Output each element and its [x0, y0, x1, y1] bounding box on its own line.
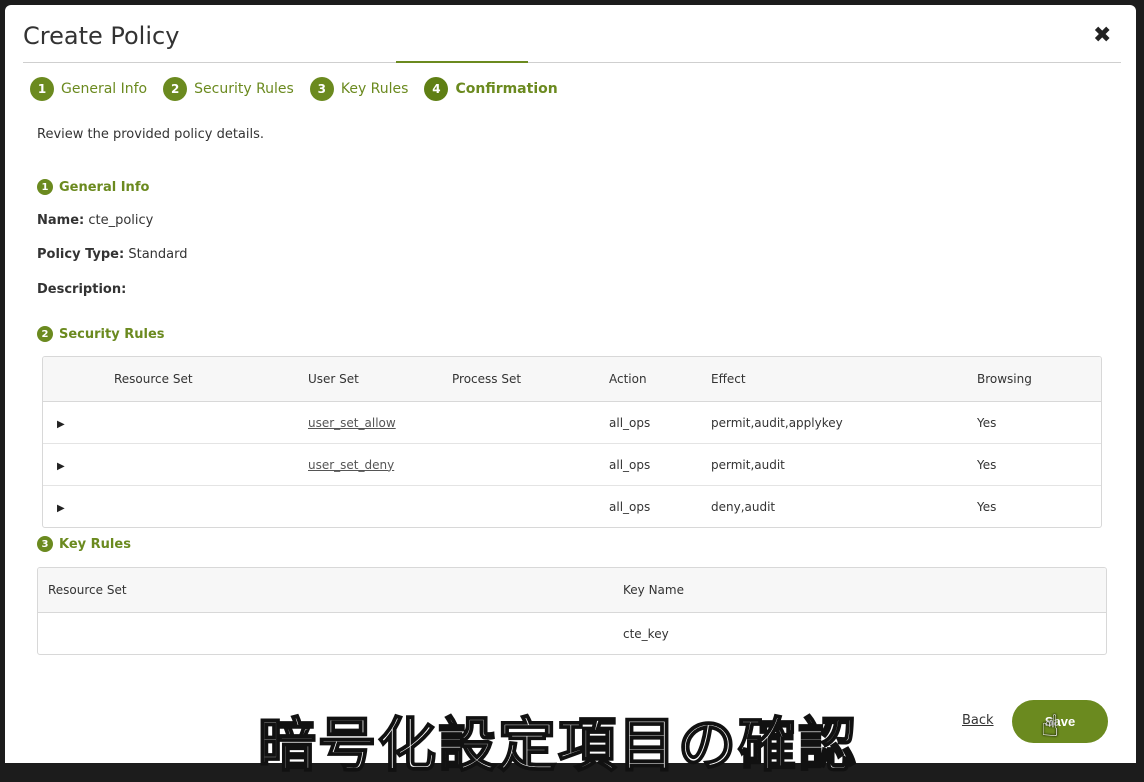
- section-title: Security Rules: [59, 326, 165, 342]
- section-title: Key Rules: [59, 536, 131, 552]
- general-info-heading: 1 General Info: [37, 179, 149, 195]
- cell-action: all_ops: [608, 401, 710, 444]
- col-key-name: Key Name: [622, 568, 1106, 613]
- header-divider: [23, 62, 1121, 63]
- policy-type-label: Policy Type:: [37, 247, 125, 262]
- cell-effect: deny,audit: [711, 499, 776, 514]
- close-icon[interactable]: ✖: [1093, 23, 1111, 48]
- cell-browsing: Yes: [976, 401, 1101, 444]
- modal-title: Create Policy: [23, 22, 180, 50]
- col-resource-set: Resource Set: [113, 357, 307, 402]
- expand-caret-icon[interactable]: ▶: [57, 503, 65, 514]
- col-resource-set: Resource Set: [38, 568, 622, 613]
- cell-action: all_ops: [608, 443, 710, 486]
- name-value: cte_policy: [88, 213, 154, 228]
- tab-general-info[interactable]: 1 General Info: [30, 75, 147, 103]
- cell-resource-set: [113, 486, 307, 528]
- col-process-set: Process Set: [451, 357, 608, 402]
- save-button[interactable]: Save: [1012, 700, 1108, 743]
- active-tab-indicator: [396, 61, 528, 63]
- cell-browsing: Yes: [976, 443, 1101, 486]
- tab-label: Confirmation: [455, 81, 558, 97]
- section-number: 3: [37, 536, 53, 552]
- name-row: Name: cte_policy: [37, 213, 153, 228]
- cell-resource-set: [38, 613, 622, 655]
- description-label: Description:: [37, 282, 127, 297]
- video-subtitle: 暗号化設定項目の確認: [257, 710, 859, 780]
- cell-browsing: Yes: [977, 499, 997, 514]
- cell-process-set: [451, 443, 608, 486]
- section-number: 2: [37, 326, 53, 342]
- tab-label: Key Rules: [340, 81, 409, 97]
- tab-security-rules[interactable]: 2 Security Rules: [163, 75, 294, 103]
- expand-caret-icon[interactable]: ▶: [57, 419, 65, 430]
- expand-caret-icon[interactable]: ▶: [57, 461, 65, 472]
- create-policy-modal: Create Policy ✖ 1 General Info 2 Securit…: [5, 5, 1136, 763]
- intro-text: Review the provided policy details.: [37, 127, 265, 142]
- user-set-link[interactable]: user_set_deny: [308, 458, 394, 472]
- step-number: 3: [309, 77, 334, 101]
- cell-effect: permit,audit,applykey: [710, 401, 976, 444]
- back-link[interactable]: Back: [962, 713, 994, 728]
- step-number: 4: [424, 77, 449, 101]
- cell-action: all_ops: [609, 499, 651, 514]
- col-user-set: User Set: [307, 357, 451, 402]
- key-rules-heading: 3 Key Rules: [37, 536, 131, 552]
- tab-label: General Info: [61, 81, 148, 97]
- security-rules-table: Resource Set User Set Process Set Action…: [42, 356, 1102, 528]
- step-number: 1: [30, 77, 54, 101]
- key-rules-table: Resource Set Key Name cte_key: [37, 567, 1107, 655]
- hand-cursor-icon: ☝: [1041, 709, 1060, 744]
- col-effect: Effect: [710, 357, 976, 402]
- table-header-row: Resource Set Key Name: [38, 568, 1106, 613]
- security-rules-heading: 2 Security Rules: [37, 326, 165, 342]
- cell-process-set: [451, 486, 608, 528]
- step-number: 2: [163, 77, 188, 101]
- cell-key-name: cte_key: [623, 626, 669, 641]
- cell-effect: permit,audit: [710, 443, 976, 486]
- cell-process-set: [451, 401, 608, 444]
- table-header-row: Resource Set User Set Process Set Action…: [43, 357, 1101, 402]
- table-row: ▶ all_ops deny,audit Yes: [43, 486, 1101, 528]
- cell-resource-set: [113, 443, 307, 486]
- tab-confirmation[interactable]: 4 Confirmation: [424, 75, 558, 103]
- section-number: 1: [37, 179, 53, 195]
- user-set-link[interactable]: user_set_allow: [308, 416, 396, 430]
- col-action: Action: [608, 357, 710, 402]
- table-row: cte_key: [38, 613, 1106, 655]
- cell-resource-set: [113, 401, 307, 444]
- cell-user-set: [307, 486, 451, 528]
- policy-type-value: Standard: [128, 247, 188, 262]
- table-row: ▶ user_set_deny all_ops permit,audit Yes: [43, 443, 1101, 486]
- policy-type-row: Policy Type: Standard: [37, 247, 188, 262]
- description-row: Description:: [37, 282, 126, 297]
- section-title: General Info: [59, 179, 150, 195]
- tab-label: Security Rules: [194, 81, 294, 97]
- tab-key-rules[interactable]: 3 Key Rules: [309, 75, 409, 103]
- wizard-steps: 1 General Info 2 Security Rules 3 Key Ru…: [30, 75, 574, 103]
- table-row: ▶ user_set_allow all_ops permit,audit,ap…: [43, 401, 1101, 444]
- col-browsing: Browsing: [976, 357, 1101, 402]
- name-label: Name:: [37, 213, 85, 228]
